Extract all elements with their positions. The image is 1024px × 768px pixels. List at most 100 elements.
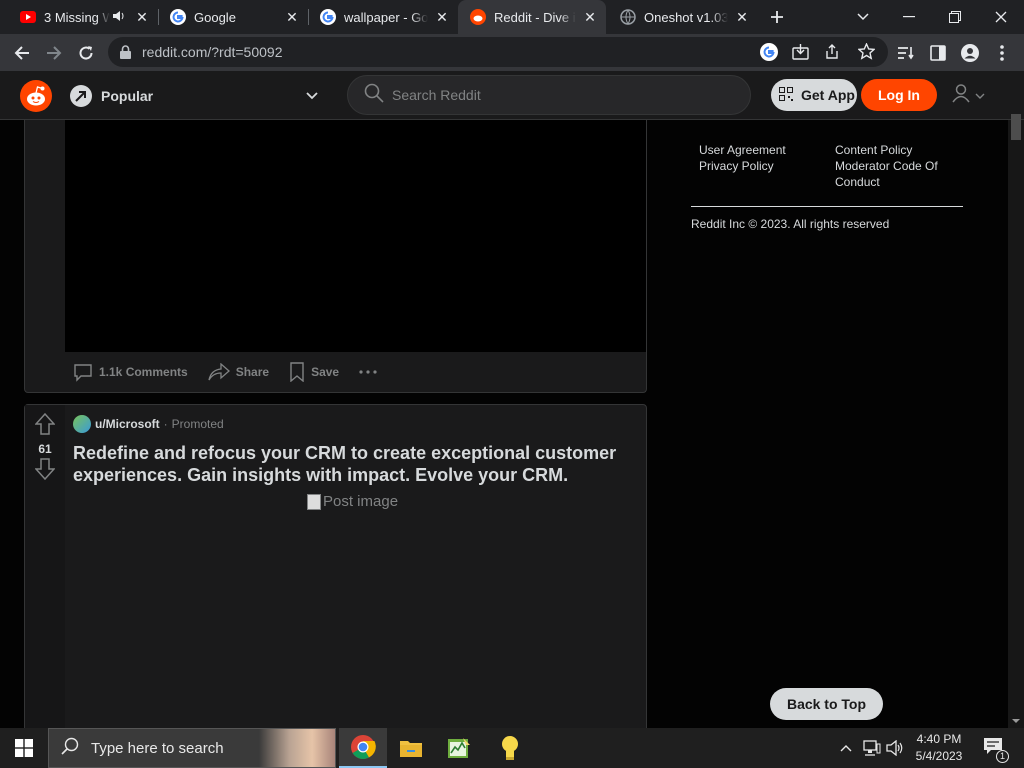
taskbar-chrome[interactable] bbox=[339, 728, 387, 768]
upvote-icon[interactable] bbox=[34, 412, 56, 440]
search-input[interactable] bbox=[392, 87, 722, 103]
back-button[interactable] bbox=[8, 39, 36, 67]
start-button[interactable] bbox=[0, 728, 48, 768]
qr-code-icon bbox=[779, 86, 793, 104]
windows-taskbar: Type here to search 4:40 PM 5/4/2023 1 bbox=[0, 728, 1024, 768]
get-app-label: Get App bbox=[801, 87, 855, 103]
downvote-icon[interactable] bbox=[34, 458, 56, 485]
tab-oneshot[interactable]: Oneshot v1.03 e ✕ bbox=[608, 0, 758, 34]
get-app-button[interactable]: Get App bbox=[771, 79, 857, 111]
author-avatar[interactable] bbox=[73, 415, 91, 433]
restore-button[interactable] bbox=[932, 0, 978, 34]
page-scrollbar[interactable] bbox=[1008, 114, 1024, 728]
close-icon[interactable]: ✕ bbox=[134, 9, 150, 25]
save-button[interactable]: Save bbox=[289, 362, 339, 382]
post-card[interactable]: 1.1k Comments Share Save bbox=[24, 120, 647, 393]
tab-wallpaper[interactable]: wallpaper - Goo ✕ bbox=[308, 0, 458, 34]
install-app-icon[interactable] bbox=[792, 44, 809, 65]
login-button[interactable]: Log In bbox=[861, 79, 937, 111]
reddit-icon bbox=[470, 9, 486, 25]
post-image-alt: Post image bbox=[323, 493, 399, 510]
google-lens-icon[interactable] bbox=[760, 43, 778, 66]
notifications-button[interactable]: 1 bbox=[978, 728, 1009, 768]
search-icon bbox=[364, 83, 384, 108]
browser-tab-strip: 3 Missing W ✕ Google ✕ wallpaper - Goo ✕… bbox=[0, 0, 1024, 34]
post-meta: u/Microsoft · Promoted bbox=[73, 415, 224, 433]
taskbar-tips[interactable] bbox=[486, 728, 534, 768]
close-window-button[interactable] bbox=[978, 0, 1024, 34]
close-icon[interactable]: ✕ bbox=[734, 9, 750, 25]
windows-logo-icon bbox=[15, 739, 33, 757]
vote-count: 61 bbox=[38, 442, 52, 456]
share-label: Share bbox=[235, 365, 270, 379]
feed-label: Popular bbox=[101, 88, 154, 104]
address-bar[interactable]: reddit.com/?rdt=50092 bbox=[108, 37, 888, 67]
minimize-button[interactable] bbox=[886, 0, 932, 34]
network-icon[interactable] bbox=[860, 728, 884, 768]
share-button[interactable]: Share bbox=[208, 363, 269, 381]
author-name[interactable]: u/Microsoft bbox=[95, 417, 160, 431]
scrollbar-thumb[interactable] bbox=[1011, 114, 1021, 140]
forward-button[interactable] bbox=[40, 39, 68, 67]
system-clock[interactable]: 4:40 PM 5/4/2023 bbox=[910, 731, 968, 765]
profile-icon[interactable] bbox=[956, 39, 984, 67]
comments-label: 1.1k Comments bbox=[99, 365, 188, 379]
reddit-header: Popular Get App Log In bbox=[0, 71, 1024, 120]
copyright-text: Reddit Inc © 2023. All rights reserved bbox=[691, 217, 890, 231]
volume-icon[interactable] bbox=[884, 728, 906, 768]
share-icon[interactable] bbox=[824, 44, 840, 65]
browser-toolbar: reddit.com/?rdt=50092 bbox=[0, 34, 1024, 71]
new-tab-button[interactable] bbox=[760, 0, 794, 34]
tab-youtube[interactable]: 3 Missing W ✕ bbox=[8, 0, 158, 34]
close-icon[interactable]: ✕ bbox=[582, 9, 598, 25]
notification-icon: 1 bbox=[983, 737, 1009, 763]
taskbar-task-manager[interactable] bbox=[435, 728, 483, 768]
close-icon[interactable]: ✕ bbox=[284, 9, 300, 25]
footer-links: User Agreement Privacy Policy Content Po… bbox=[691, 142, 963, 190]
post-title[interactable]: Redefine and refocus your CRM to create … bbox=[73, 442, 633, 486]
more-menu-icon[interactable] bbox=[988, 39, 1016, 67]
show-hidden-icons-button[interactable] bbox=[836, 728, 856, 768]
user-menu-button[interactable] bbox=[946, 81, 990, 109]
save-label: Save bbox=[311, 365, 340, 379]
chevron-up-icon bbox=[840, 745, 852, 752]
feed-selector[interactable]: Popular bbox=[70, 81, 328, 111]
promoted-post-card[interactable]: 61 u/Microsoft · Promoted Redefine and r… bbox=[24, 404, 647, 728]
side-panel-icon[interactable] bbox=[924, 39, 952, 67]
lightbulb-icon bbox=[502, 736, 518, 760]
promoted-tag: Promoted bbox=[171, 417, 224, 431]
tab-search-button[interactable] bbox=[840, 0, 886, 34]
google-icon bbox=[320, 9, 336, 25]
comment-icon bbox=[74, 364, 92, 382]
post-image[interactable]: Post image bbox=[307, 493, 398, 510]
reading-list-icon[interactable] bbox=[892, 39, 920, 67]
moderator-code-link[interactable]: Moderator Code Of Conduct bbox=[835, 158, 963, 190]
tab-reddit[interactable]: Reddit - Dive int ✕ bbox=[458, 0, 606, 34]
youtube-icon bbox=[20, 9, 36, 25]
reddit-logo-icon[interactable] bbox=[20, 80, 52, 112]
content-policy-link[interactable]: Content Policy bbox=[835, 142, 963, 158]
search-highlight-image bbox=[259, 729, 335, 767]
taskbar-search-placeholder: Type here to search bbox=[91, 739, 224, 757]
post-video[interactable] bbox=[65, 120, 646, 352]
close-icon[interactable]: ✕ bbox=[434, 9, 450, 25]
share-arrow-icon bbox=[208, 363, 230, 381]
lock-icon[interactable] bbox=[120, 45, 131, 64]
speaker-icon[interactable] bbox=[112, 10, 126, 25]
post-actions: 1.1k Comments Share Save bbox=[73, 360, 403, 384]
popular-trending-icon bbox=[70, 85, 92, 107]
user-agreement-link[interactable]: User Agreement bbox=[699, 142, 835, 158]
taskbar-search-box[interactable]: Type here to search bbox=[48, 728, 336, 768]
comments-button[interactable]: 1.1k Comments bbox=[73, 362, 188, 382]
bookmark-star-icon[interactable] bbox=[857, 42, 876, 65]
more-options-button[interactable] bbox=[359, 370, 383, 374]
reload-button[interactable] bbox=[72, 39, 100, 67]
tab-google[interactable]: Google ✕ bbox=[158, 0, 308, 34]
back-to-top-button[interactable]: Back to Top bbox=[770, 688, 883, 720]
taskbar-file-explorer[interactable] bbox=[387, 728, 435, 768]
privacy-policy-link[interactable]: Privacy Policy bbox=[699, 158, 835, 174]
footer-divider bbox=[691, 206, 963, 207]
chrome-icon bbox=[351, 735, 376, 760]
reddit-search-bar[interactable] bbox=[347, 75, 751, 115]
url-text: reddit.com/?rdt=50092 bbox=[142, 44, 283, 60]
